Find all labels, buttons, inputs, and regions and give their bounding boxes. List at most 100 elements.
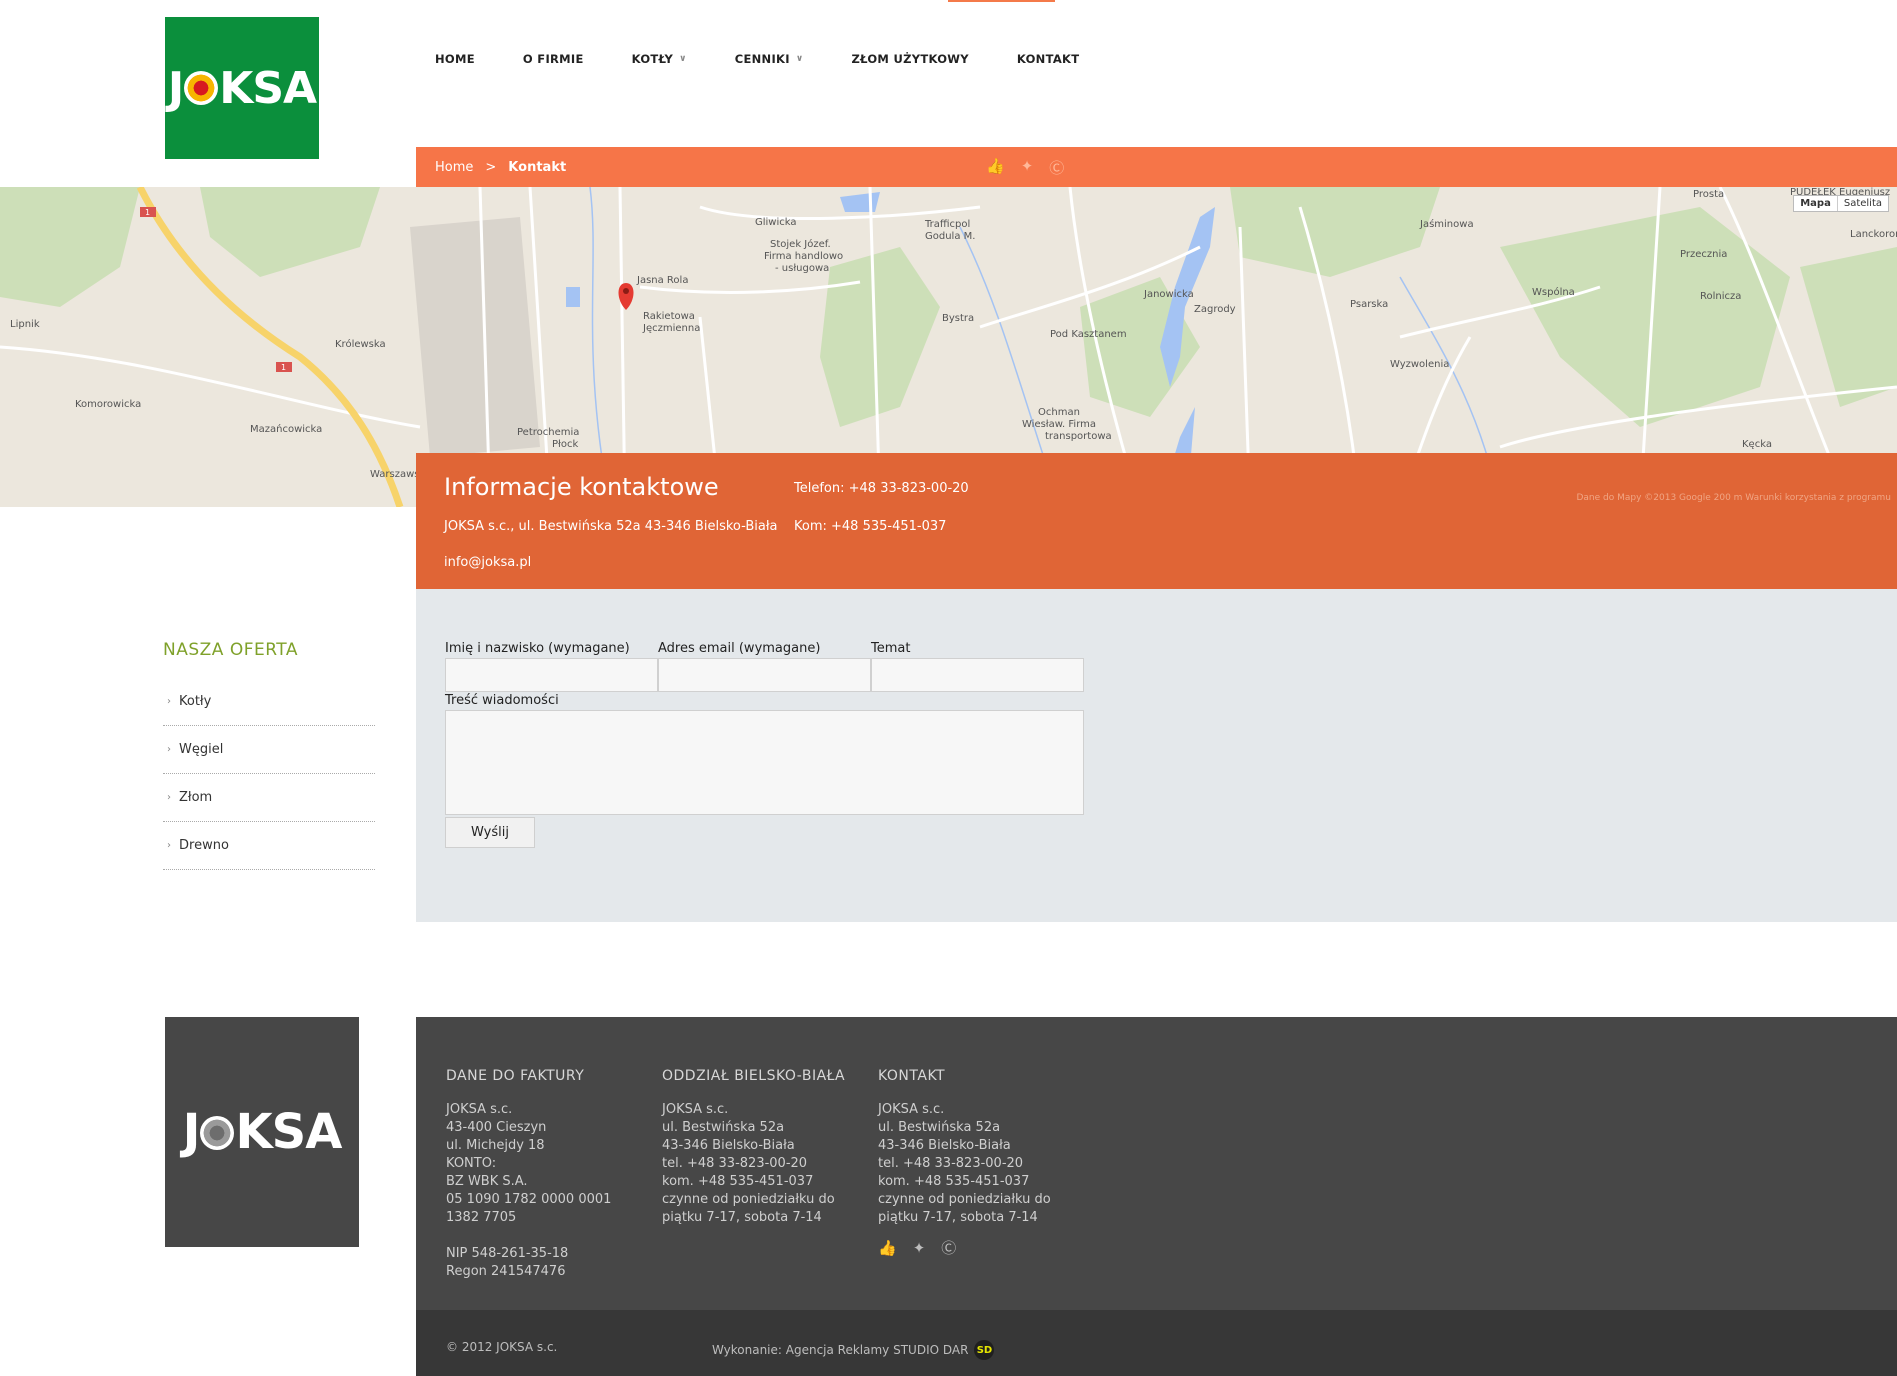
map-type-button[interactable]: Mapa [1794, 196, 1838, 211]
subject-input[interactable] [871, 658, 1084, 692]
svg-text:1: 1 [145, 208, 150, 217]
name-input[interactable] [445, 658, 658, 692]
svg-text:Lipnik: Lipnik [10, 319, 40, 330]
header-social-links: 👍 ✦ Ⓒ [986, 157, 1080, 178]
nav-item-kotly[interactable]: KOTŁY ∨ [632, 52, 687, 66]
name-field-label: Imię i nazwisko (wymagane) [445, 641, 630, 656]
nav-item-home[interactable]: HOME [435, 52, 475, 66]
footer-text: JOKSA s.c. [446, 1102, 513, 1117]
footer-text: tel. +48 33-823-00-20 [662, 1156, 808, 1171]
footer-text: JOKSA s.c. [878, 1102, 945, 1117]
skype-icon[interactable]: Ⓒ [1049, 157, 1064, 178]
chevron-right-icon: › [167, 840, 171, 851]
contact-address: JOKSA s.c., ul. Bestwińska 52a 43-346 Bi… [444, 519, 778, 534]
contact-email[interactable]: info@joksa.pl [444, 555, 531, 570]
footer-text: ul. Bestwińska 52a [878, 1120, 1001, 1135]
svg-text:Ochman: Ochman [1038, 407, 1080, 418]
contact-mobile: Kom: +48 535-451-037 [794, 519, 947, 534]
like-icon[interactable]: 👍 [878, 1239, 897, 1257]
svg-text:Zagrody: Zagrody [1194, 304, 1236, 315]
subject-field-label: Temat [871, 641, 911, 656]
chevron-right-icon: › [167, 792, 171, 803]
svg-text:Kęcka: Kęcka [1742, 439, 1772, 450]
logo-wordmark: J KSA [183, 1104, 343, 1160]
footer-branch-column: ODDZIAŁ BIELSKO-BIAŁA JOKSA s.c. ul. Bes… [662, 1067, 872, 1227]
footer-contact-column: KONTAKT JOKSA s.c. ul. Bestwińska 52a 43… [878, 1067, 1088, 1257]
footer-text: piątku 7-17, sobota 7-14 [878, 1210, 1038, 1225]
message-textarea[interactable] [445, 710, 1084, 815]
chevron-down-icon: ∨ [795, 54, 804, 64]
svg-text:1: 1 [281, 363, 286, 372]
svg-text:Jasna Rola: Jasna Rola [636, 275, 688, 286]
sidebar-item-kotly[interactable]: › Kotły [163, 678, 375, 726]
map-credits[interactable]: Dane do Mapy ©2013 Google 200 m Warunki … [1576, 493, 1891, 503]
footer-text: kom. +48 535-451-037 [878, 1174, 1030, 1189]
send-button[interactable]: Wyślij [445, 817, 535, 848]
footer-invoice-column: DANE DO FAKTURY JOKSA s.c. 43-400 Cieszy… [446, 1067, 656, 1281]
nav-item-kontakt[interactable]: KONTAKT [1017, 52, 1080, 66]
twitter-icon[interactable]: ✦ [913, 1239, 926, 1257]
svg-text:Wyzwolenia: Wyzwolenia [1390, 359, 1449, 370]
nav-item-cenniki[interactable]: CENNIKI ∨ [735, 52, 804, 66]
footer-text: BZ WBK S.A. [446, 1174, 528, 1189]
svg-text:- usługowa: - usługowa [775, 263, 829, 274]
svg-text:Jaśminowa: Jaśminowa [1419, 218, 1474, 230]
contact-info-title: Informacje kontaktowe [444, 473, 719, 501]
nav-item-zlom-uzytkowy[interactable]: ZŁOM UŻYTKOWY [851, 52, 968, 66]
agency-credit-text: Wykonanie: Agencja Reklamy STUDIO DAR [712, 1343, 969, 1357]
footer-logo[interactable]: J KSA [165, 1017, 359, 1247]
svg-text:Wspólna: Wspólna [1532, 286, 1575, 298]
footer-text: 43-400 Cieszyn [446, 1120, 547, 1135]
svg-text:Pod Kasztanem: Pod Kasztanem [1050, 329, 1127, 340]
footer: DANE DO FAKTURY JOKSA s.c. 43-400 Cieszy… [416, 1017, 1897, 1310]
svg-text:Rolnicza: Rolnicza [1700, 291, 1741, 302]
footer-text: 43-346 Bielsko-Biała [878, 1138, 1011, 1153]
sidebar-item-zlom[interactable]: › Złom [163, 774, 375, 822]
svg-text:Rakietowa: Rakietowa [643, 311, 695, 322]
twitter-icon[interactable]: ✦ [1021, 157, 1034, 178]
copyright: © 2012 JOKSA s.c. [446, 1340, 558, 1354]
email-input[interactable] [658, 658, 871, 692]
svg-text:Janowicka: Janowicka [1143, 289, 1194, 300]
footer-bottom-bar: © 2012 JOKSA s.c. Wykonanie: Agencja Rek… [416, 1310, 1897, 1376]
chevron-right-icon: › [167, 744, 171, 755]
satellite-type-button[interactable]: Satelita [1838, 196, 1888, 211]
footer-text: czynne od poniedziałku do [878, 1192, 1051, 1207]
footer-text: ul. Bestwińska 52a [662, 1120, 785, 1135]
footer-invoice-title: DANE DO FAKTURY [446, 1068, 585, 1084]
breadcrumb-bar: Home > Kontakt 👍 ✦ Ⓒ [416, 147, 1897, 187]
svg-text:Wiesław. Firma: Wiesław. Firma [1022, 419, 1096, 430]
contact-info-panel: Informacje kontaktowe JOKSA s.c., ul. Be… [416, 453, 1897, 589]
footer-text: ul. Michejdy 18 [446, 1138, 545, 1153]
svg-text:Mazańcowicka: Mazańcowicka [250, 423, 322, 435]
svg-text:Stojek Józef.: Stojek Józef. [770, 238, 831, 250]
footer-text: NIP 548-261-35-18 [446, 1246, 569, 1261]
agency-credit[interactable]: Wykonanie: Agencja Reklamy STUDIO DAR SD [712, 1340, 995, 1360]
sidebar-item-wegiel[interactable]: › Węgiel [163, 726, 375, 774]
svg-text:Godula M.: Godula M. [925, 231, 975, 242]
sidebar: NASZA OFERTA › Kotły › Węgiel › Złom › Drewn… [163, 640, 375, 870]
skype-icon[interactable]: Ⓒ [941, 1239, 956, 1257]
breadcrumb-current: Kontakt [508, 160, 567, 175]
sidebar-item-drewno[interactable]: › Drewno [163, 822, 375, 870]
logo-sun-icon [200, 1116, 235, 1150]
site-logo[interactable]: J KSA [165, 17, 319, 159]
svg-text:transportowa: transportowa [1045, 431, 1112, 442]
footer-text: czynne od poniedziałku do [662, 1192, 835, 1207]
svg-text:Petrochemia: Petrochemia [517, 427, 579, 438]
sidebar-title: NASZA OFERTA [163, 640, 298, 660]
breadcrumb-home-link[interactable]: Home [435, 160, 473, 175]
footer-text: 05 1090 1782 0000 0001 [446, 1192, 612, 1207]
svg-text:Trafficpol: Trafficpol [924, 219, 970, 230]
svg-text:Prosta: Prosta [1693, 189, 1724, 200]
svg-text:Psarska: Psarska [1350, 299, 1388, 310]
footer-text: piątku 7-17, sobota 7-14 [662, 1210, 822, 1225]
footer-text: KONTO: [446, 1156, 497, 1171]
email-field-label: Adres email (wymagane) [658, 641, 821, 656]
logo-wordmark: J KSA [168, 63, 317, 114]
svg-text:Płock: Płock [552, 439, 578, 450]
like-icon[interactable]: 👍 [986, 157, 1005, 178]
nav-item-o-firmie[interactable]: O FIRMIE [523, 52, 584, 66]
footer-text: Regon 241547476 [446, 1264, 566, 1279]
svg-text:Lanckorona: Lanckorona [1850, 229, 1897, 240]
